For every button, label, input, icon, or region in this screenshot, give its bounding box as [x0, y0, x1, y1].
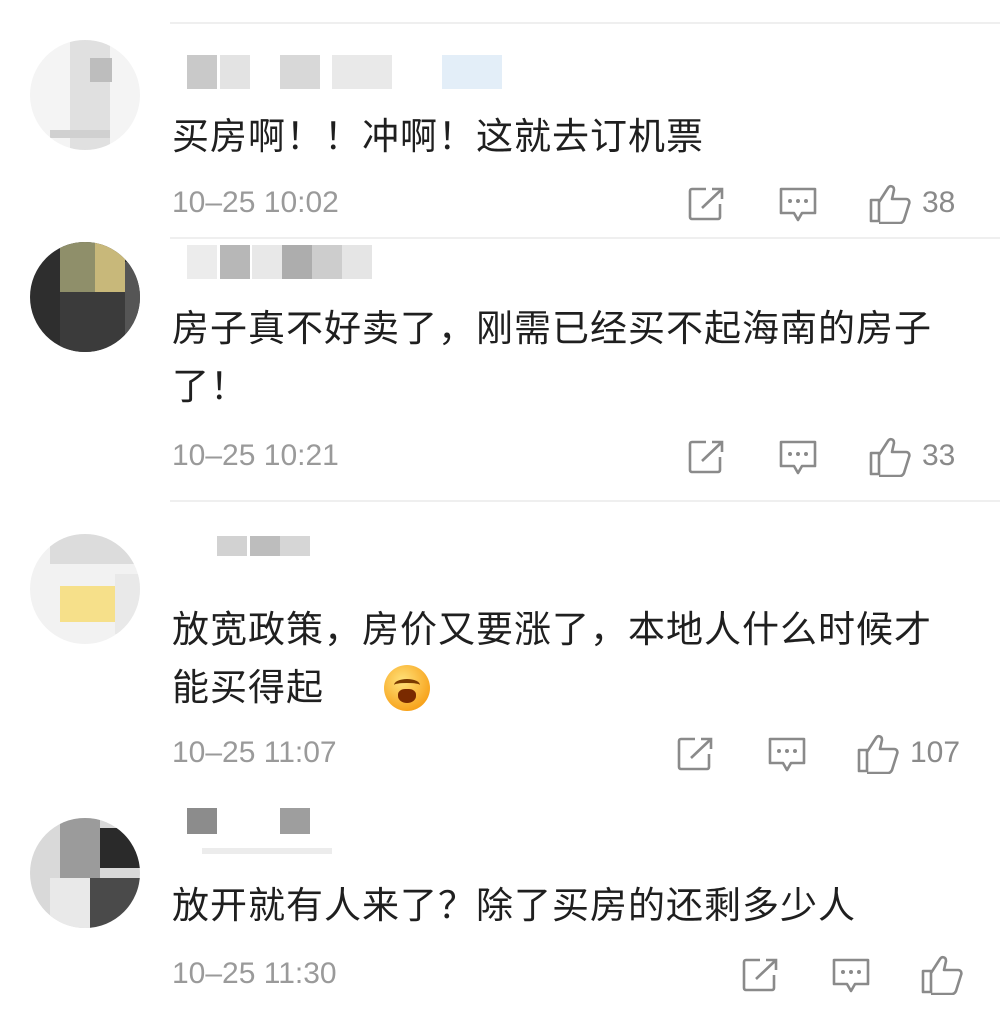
comment-icon [768, 737, 806, 772]
reply-button[interactable] [778, 186, 818, 224]
comment-icon [779, 187, 817, 222]
avatar[interactable] [30, 40, 140, 150]
like-count: 33 [922, 439, 956, 472]
thumbs-up-icon [869, 184, 911, 224]
comment-time: 10–25 11:07 [172, 736, 337, 769]
share-button[interactable] [688, 186, 726, 222]
like-count: 38 [922, 186, 956, 219]
top-divider [170, 22, 1000, 24]
comment-icon [779, 440, 817, 475]
thumbs-up-icon [921, 955, 963, 995]
like-button[interactable]: 107 [856, 732, 960, 774]
comment-divider [170, 237, 1000, 239]
like-button[interactable]: 38 [868, 182, 955, 224]
share-button[interactable] [688, 439, 726, 475]
comment-text: 放宽政策，房价又要涨了，本地人什么时候才能买得起 [172, 608, 932, 709]
comment-time: 10–25 11:30 [172, 957, 337, 990]
like-count: 107 [910, 736, 961, 769]
comment-text: 房子真不好卖了，刚需已经买不起海南的房子了！ [172, 307, 932, 408]
share-icon [677, 737, 713, 771]
thumbs-up-icon [869, 437, 911, 477]
share-button[interactable] [742, 957, 780, 993]
reply-button[interactable] [778, 439, 818, 477]
comment-time: 10–25 10:21 [172, 439, 339, 472]
avatar[interactable] [30, 818, 140, 928]
share-icon [742, 958, 778, 992]
share-icon [688, 440, 724, 474]
comment-icon [832, 958, 870, 993]
comment-divider [170, 500, 1000, 502]
share-button[interactable] [677, 736, 715, 772]
angry-emoji-icon [384, 665, 430, 711]
avatar[interactable] [30, 242, 140, 352]
thumbs-up-icon [857, 734, 899, 774]
comment-time: 10–25 10:02 [172, 186, 339, 219]
comment-text: 买房啊！！冲啊！这就去订机票 [172, 115, 704, 158]
share-icon [688, 187, 724, 221]
reply-button[interactable] [767, 736, 807, 774]
reply-button[interactable] [831, 957, 871, 995]
like-button[interactable]: 33 [868, 435, 955, 477]
comment-text: 放开就有人来了？除了买房的还剩多少人 [172, 884, 856, 927]
like-button[interactable] [920, 953, 964, 995]
avatar[interactable] [30, 534, 140, 644]
